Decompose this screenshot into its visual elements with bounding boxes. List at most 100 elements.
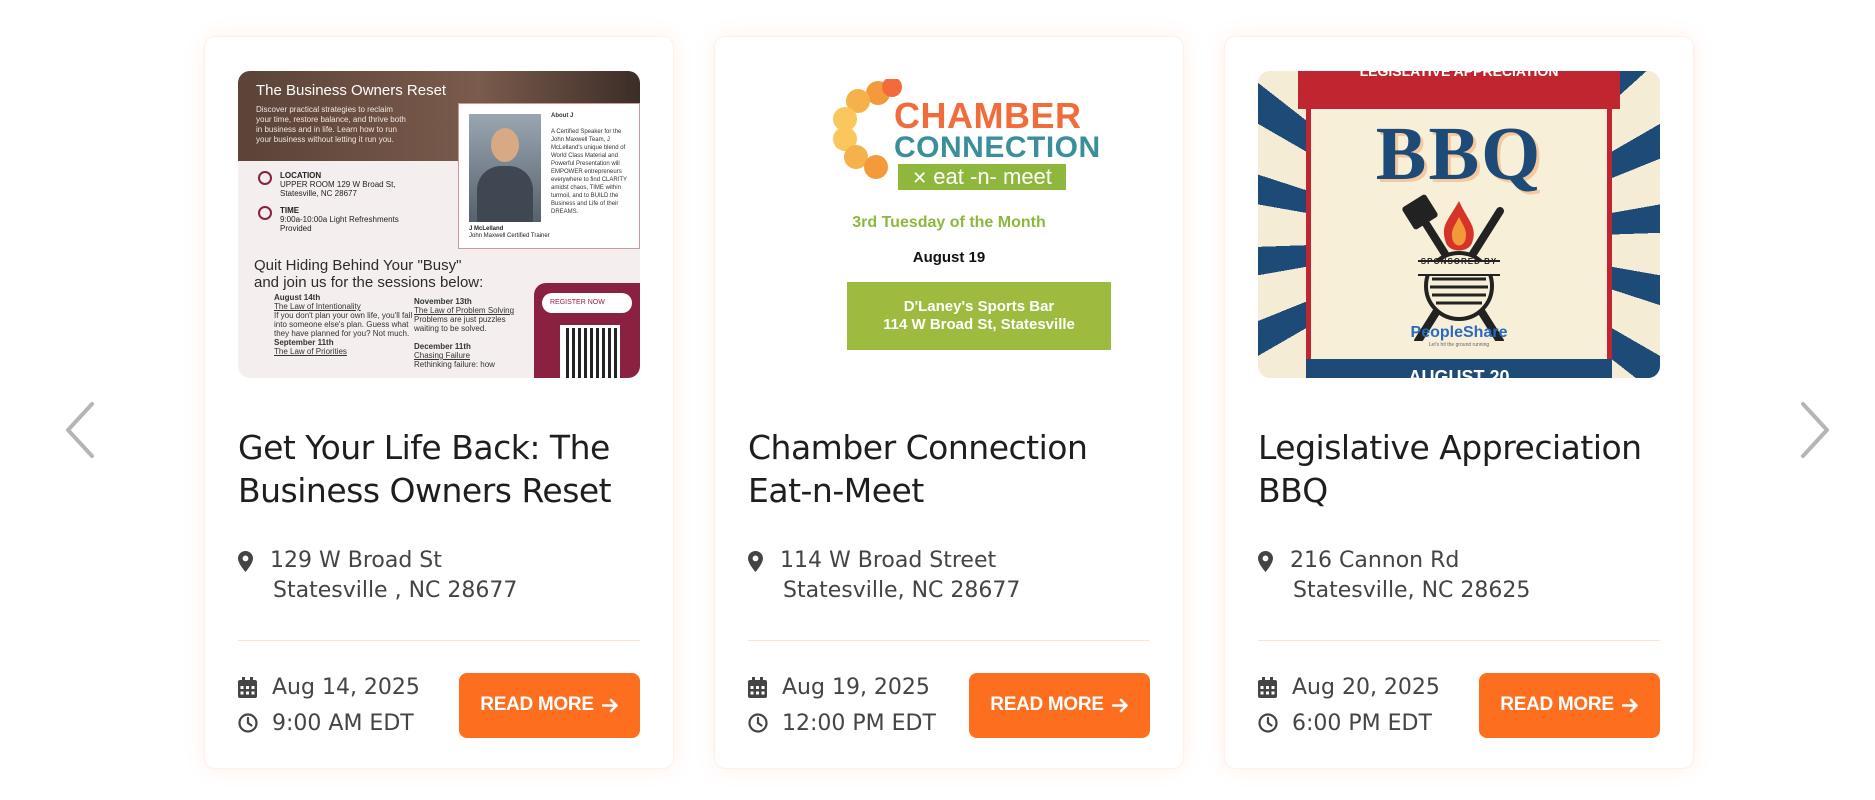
clock-icon [238,713,272,733]
flyer-headline: BBQ [1375,112,1543,196]
arrow-right-icon [1621,698,1638,712]
venue-name: D'Laney's Sports Bar [903,298,1055,315]
clock-icon [258,206,272,220]
sponsored-by-label: SPONSORED BY [1420,257,1498,266]
session-title: Chasing Failure [414,351,471,360]
logo-word-eat-n-meet: ✕ eat -n- meet [898,164,1066,190]
session-title: The Law of Problem Solving [414,306,515,315]
event-date: Aug 19, 2025 [782,674,930,700]
address-line-1: 129 W Broad St [270,548,442,573]
session-date: November 13th [414,297,472,306]
event-image[interactable]: LEGISLATIVE APPRECIATION BBQ SPONSORED B… [1258,71,1660,378]
event-card: The Business Owners Reset Discover pract… [205,37,673,768]
event-title[interactable]: Chamber Connection Eat-n-Meet [748,426,1150,512]
carousel-next-button[interactable] [1790,395,1840,465]
event-carousel: The Business Owners Reset Discover pract… [205,37,1693,768]
grill-icon [1402,194,1504,341]
card-divider [1258,640,1660,641]
venue-address: 114 W Broad St, Statesville [883,316,1075,333]
flyer-tagline: 3rd Tuesday of the Month [852,214,1046,231]
flyer-heading: The Business Owners Reset [256,82,447,99]
date-banner: AUGUST 20 [1306,359,1612,378]
sponsor-tagline: Let's hit the ground running [1428,342,1490,348]
map-pin-icon [1258,546,1290,606]
read-more-button[interactable]: READ MORE [1479,672,1660,738]
event-address: 129 W Broad St Statesville , NC 28677 [238,546,640,606]
event-title[interactable]: Get Your Life Back: The Business Owners … [238,426,640,512]
qr-code [560,325,620,378]
event-image[interactable]: CHAMBER CONNECTION ✕ eat -n- meet 3rd Tu… [748,71,1150,378]
arrow-right-icon [601,698,618,712]
session-title: The Law of Priorities [274,347,347,356]
event-card: LEGISLATIVE APPRECIATION BBQ SPONSORED B… [1225,37,1693,768]
session-list-left: August 14th The Law of Intentionality If… [274,293,414,356]
quit-line-2: and join us for the sessions below: [254,274,484,291]
session-text: Problems are just puzzles waiting to be … [414,315,506,333]
map-pin-icon [748,546,780,606]
flyer-intro: Discover practical strategies to reclaim… [256,105,406,144]
clock-icon [1258,713,1292,733]
session-date: December 11th [414,342,471,351]
address-line-1: 114 W Broad Street [780,548,997,573]
event-address: 216 Cannon Rd Statesville, NC 28625 [1258,546,1660,606]
chevron-right-icon [1801,402,1829,458]
about-title: About J [551,113,574,119]
event-date: Aug 20, 2025 [1292,674,1440,700]
read-more-button[interactable]: READ MORE [459,672,640,738]
event-time: 12:00 PM EDT [782,710,936,736]
venue-box: D'Laney's Sports Bar 114 W Broad St, Sta… [847,282,1111,350]
about-text: A Certified Speaker for the John Maxwell… [551,129,627,215]
event-image[interactable]: The Business Owners Reset Discover pract… [238,71,640,378]
read-more-button[interactable]: READ MORE [969,672,1150,738]
session-date: September 11th [274,338,334,347]
event-flyer-bbq: LEGISLATIVE APPRECIATION BBQ SPONSORED B… [1258,71,1660,378]
chevron-left-icon [66,402,94,458]
address-line-2: Statesville , NC 28677 [273,578,518,603]
event-time: 6:00 PM EDT [1292,710,1432,736]
speaker-photo [469,114,541,222]
session-title: The Law of Intentionality [274,302,361,311]
address-line-2: Statesville, NC 28625 [1293,578,1531,603]
register-now-label: REGISTER NOW [542,293,632,313]
speaker-role: John Maxwell Certified Trainer [469,233,550,239]
read-more-label: READ MORE [1500,694,1614,715]
session-text: If you don't plan your own life, you'll … [274,311,413,338]
event-flyer-chamber-connection: CHAMBER CONNECTION ✕ eat -n- meet 3rd Tu… [748,71,1150,378]
address-line-1: 216 Cannon Rd [1290,548,1460,573]
calendar-icon [1258,676,1292,698]
read-more-label: READ MORE [990,694,1104,715]
fork-knife-icon: ✕ [912,168,928,188]
event-date: Aug 14, 2025 [272,674,420,700]
event-flyer-business-reset: The Business Owners Reset Discover pract… [238,71,640,378]
event-title[interactable]: Legislative Appreciation BBQ [1258,426,1660,512]
flyer-date: August 19 [912,249,986,266]
calendar-icon [748,676,782,698]
session-text: Rethinking failure: how [414,360,495,369]
map-pin-icon [238,546,270,606]
speaker-box: About J A Certified Speaker for the John… [458,103,640,249]
time-label: TIME [280,206,300,215]
sponsor-logo: PeopleShare Let's hit the ground running [1258,324,1660,348]
quit-line-1: Quit Hiding Behind Your "Busy" [254,257,462,274]
clock-icon [748,713,782,733]
speaker-name: J McLelland [469,226,504,232]
arrow-right-icon [1111,698,1128,712]
time-text: 9:00a-10:00a Light Refreshments Provided [280,215,399,233]
card-divider [748,640,1150,641]
carousel-prev-button[interactable] [55,395,105,465]
location-label: LOCATION [280,171,322,180]
card-divider [238,640,640,641]
flyer-info: LOCATION UPPER ROOM 129 W Broad St, State… [258,171,400,233]
location-pin-icon [258,171,272,185]
logo-word-connection: CONNECTION [894,131,1101,164]
event-card: CHAMBER CONNECTION ✕ eat -n- meet 3rd Tu… [715,37,1183,768]
register-panel: REGISTER NOW [534,283,640,378]
session-list-right: November 13th The Law of Problem Solving… [414,297,524,369]
flyer-ribbon: LEGISLATIVE APPRECIATION [1298,71,1620,109]
calendar-icon [238,676,272,698]
session-date: August 14th [274,293,321,302]
event-time: 9:00 AM EDT [272,710,414,736]
location-text: UPPER ROOM 129 W Broad St, Statesville, … [280,180,396,198]
address-line-2: Statesville, NC 28677 [783,578,1021,603]
event-address: 114 W Broad Street Statesville, NC 28677 [748,546,1150,606]
